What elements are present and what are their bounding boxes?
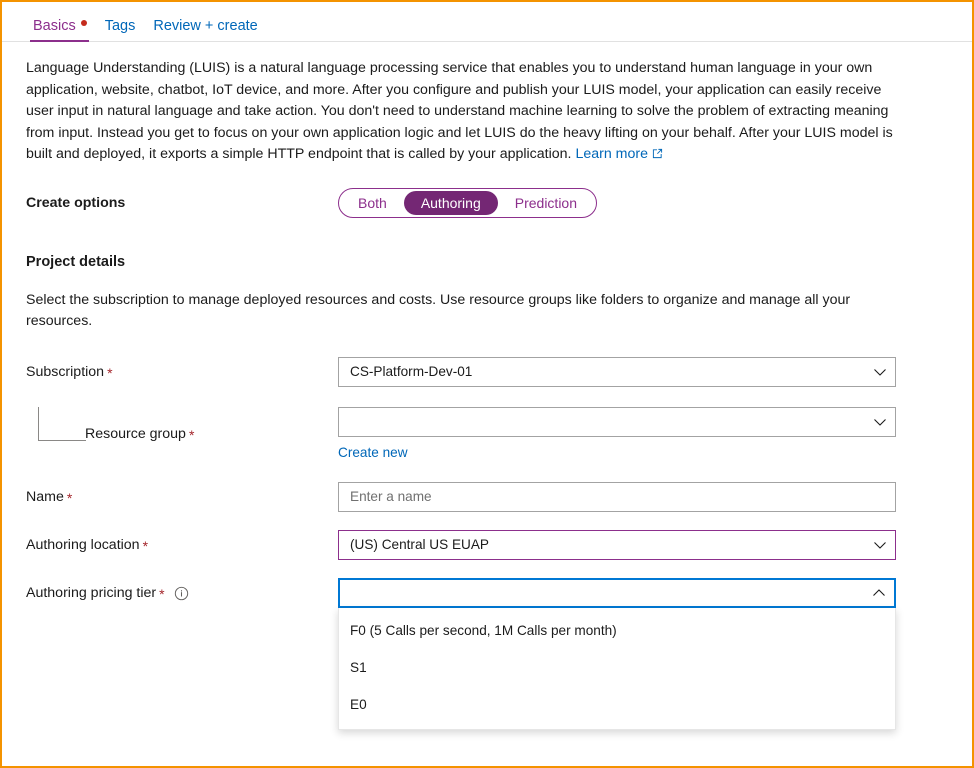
tree-connector-line bbox=[38, 407, 86, 441]
create-option-prediction-label: Prediction bbox=[515, 195, 577, 211]
resource-group-row: Resource group* Create new bbox=[26, 407, 972, 462]
resource-group-label-wrap: Resource group* bbox=[26, 426, 338, 442]
create-option-both-label: Both bbox=[358, 195, 387, 211]
authoring-location-field: (US) Central US EUAP bbox=[338, 530, 896, 560]
chevron-down-icon bbox=[873, 538, 887, 552]
dropdown-option-f0[interactable]: F0 (5 Calls per second, 1M Calls per mon… bbox=[339, 612, 895, 649]
dropdown-option-e0-label: E0 bbox=[350, 697, 367, 712]
name-placeholder: Enter a name bbox=[350, 489, 887, 504]
tab-basics-label: Basics bbox=[33, 18, 76, 34]
name-label: Name bbox=[26, 489, 64, 505]
authoring-pricing-tier-row: Authoring pricing tier* F0 (5 Calls per … bbox=[26, 578, 972, 608]
resource-group-select[interactable] bbox=[338, 407, 896, 437]
form-content: Language Understanding (LUIS) is a natur… bbox=[2, 42, 972, 608]
project-details-title: Project details bbox=[26, 254, 972, 270]
tab-basics[interactable]: Basics bbox=[30, 18, 102, 41]
tab-review-create-label: Review + create bbox=[153, 18, 257, 34]
subscription-row: Subscription* CS-Platform-Dev-01 bbox=[26, 357, 972, 387]
authoring-location-select[interactable]: (US) Central US EUAP bbox=[338, 530, 896, 560]
create-options-field: Both Authoring Prediction bbox=[338, 188, 896, 218]
subscription-label-wrap: Subscription* bbox=[26, 364, 338, 380]
authoring-location-value: (US) Central US EUAP bbox=[350, 537, 867, 552]
external-link-icon bbox=[652, 148, 663, 159]
tab-tags[interactable]: Tags bbox=[102, 18, 151, 41]
subscription-value: CS-Platform-Dev-01 bbox=[350, 364, 867, 379]
create-option-both[interactable]: Both bbox=[341, 191, 404, 215]
create-options-row: Create options Both Authoring Prediction bbox=[26, 188, 972, 218]
create-options-label: Create options bbox=[26, 195, 125, 211]
authoring-location-row: Authoring location* (US) Central US EUAP bbox=[26, 530, 972, 560]
name-field: Enter a name bbox=[338, 482, 896, 512]
create-options-label-wrap: Create options bbox=[26, 195, 338, 211]
name-required-asterisk: * bbox=[67, 491, 72, 505]
name-row: Name* Enter a name bbox=[26, 482, 972, 512]
create-option-authoring-label: Authoring bbox=[421, 195, 481, 211]
name-input[interactable]: Enter a name bbox=[338, 482, 896, 512]
resource-group-required-asterisk: * bbox=[189, 428, 194, 442]
subscription-required-asterisk: * bbox=[107, 366, 112, 380]
tab-tags-label: Tags bbox=[105, 18, 136, 34]
tab-basics-required-dot bbox=[81, 20, 87, 26]
tab-active-underline bbox=[30, 40, 89, 42]
service-description: Language Understanding (LUIS) is a natur… bbox=[26, 58, 898, 166]
project-details-description: Select the subscription to manage deploy… bbox=[26, 290, 871, 333]
tab-review-create[interactable]: Review + create bbox=[150, 18, 272, 41]
chevron-up-icon bbox=[872, 586, 886, 600]
service-description-text: Language Understanding (LUIS) is a natur… bbox=[26, 60, 893, 162]
dropdown-option-s1[interactable]: S1 bbox=[339, 649, 895, 686]
tab-bar: Basics Tags Review + create bbox=[2, 7, 972, 42]
dropdown-option-e0[interactable]: E0 bbox=[339, 686, 895, 723]
learn-more-label: Learn more bbox=[575, 146, 648, 162]
create-options-segmented-control[interactable]: Both Authoring Prediction bbox=[338, 188, 597, 218]
create-option-authoring[interactable]: Authoring bbox=[404, 191, 498, 215]
dropdown-option-f0-label: F0 (5 Calls per second, 1M Calls per mon… bbox=[350, 623, 617, 638]
chevron-down-icon bbox=[873, 365, 887, 379]
subscription-field: CS-Platform-Dev-01 bbox=[338, 357, 896, 387]
learn-more-link[interactable]: Learn more bbox=[575, 146, 663, 162]
authoring-pricing-tier-dropdown: F0 (5 Calls per second, 1M Calls per mon… bbox=[338, 608, 896, 730]
form-page: Basics Tags Review + create Language Und… bbox=[2, 7, 972, 768]
chevron-down-icon bbox=[873, 415, 887, 429]
authoring-location-label-wrap: Authoring location* bbox=[26, 537, 338, 553]
authoring-pricing-tier-field: F0 (5 Calls per second, 1M Calls per mon… bbox=[338, 578, 896, 608]
authoring-pricing-tier-label: Authoring pricing tier bbox=[26, 585, 156, 601]
resource-group-field: Create new bbox=[338, 407, 896, 462]
subscription-label: Subscription bbox=[26, 364, 104, 380]
name-label-wrap: Name* bbox=[26, 489, 338, 505]
info-icon[interactable] bbox=[174, 586, 189, 601]
authoring-pricing-tier-required-asterisk: * bbox=[159, 587, 164, 601]
subscription-select[interactable]: CS-Platform-Dev-01 bbox=[338, 357, 896, 387]
authoring-location-label: Authoring location bbox=[26, 537, 140, 553]
authoring-pricing-tier-select[interactable] bbox=[338, 578, 896, 608]
resource-group-label: Resource group bbox=[85, 426, 186, 442]
authoring-location-required-asterisk: * bbox=[143, 539, 148, 553]
create-option-prediction[interactable]: Prediction bbox=[498, 191, 594, 215]
dropdown-option-s1-label: S1 bbox=[350, 660, 367, 675]
create-new-resource-group-link[interactable]: Create new bbox=[338, 445, 408, 460]
authoring-pricing-tier-label-wrap: Authoring pricing tier* bbox=[26, 578, 338, 608]
page-frame: Basics Tags Review + create Language Und… bbox=[0, 0, 974, 768]
